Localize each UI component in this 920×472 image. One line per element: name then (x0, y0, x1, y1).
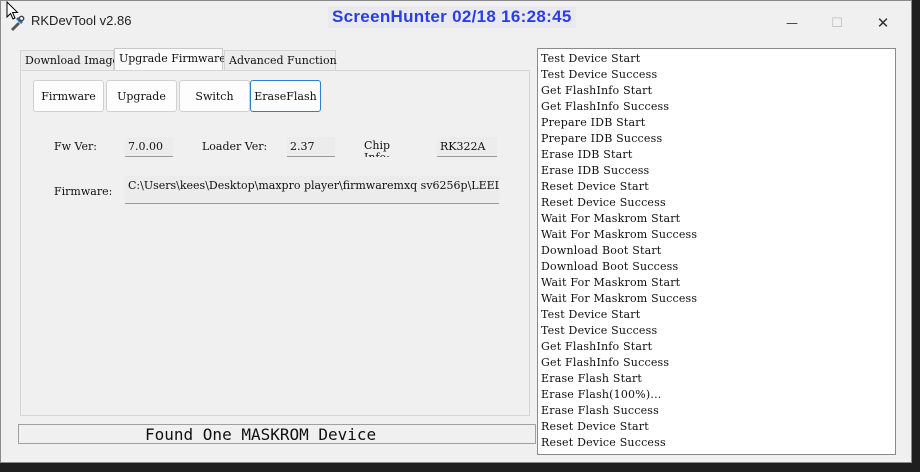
log-line: Test Device Success (541, 68, 658, 81)
log-line: Wait For Maskrom Success (541, 292, 698, 305)
app-window: RKDevTool v2.86 ScreenHunter 02/18 16:28… (0, 0, 912, 463)
upgrade-button[interactable]: Upgrade (106, 80, 177, 112)
log-output[interactable]: Test Device Start Test Device Success Get … (537, 48, 896, 455)
maximize-icon: ☐ (831, 15, 843, 31)
close-button[interactable]: ✕ (863, 9, 903, 37)
log-line: Erase IDB Start (541, 148, 633, 161)
log-line: Wait For Maskrom Start (541, 276, 681, 289)
tab-advanced-function[interactable]: Advanced Function (224, 50, 337, 70)
log-line: Prepare IDB Start (541, 116, 646, 129)
log-line: Get FlashInfo Start (541, 340, 653, 353)
close-icon: ✕ (876, 14, 890, 32)
upgrade-firmware-panel (20, 70, 530, 416)
log-line: Reset Device Success (541, 196, 666, 209)
firmware-button[interactable]: Firmware (33, 80, 104, 112)
log-line: Get FlashInfo Start (541, 84, 653, 97)
log-line: Erase Flash Start (541, 372, 643, 385)
log-line: Get FlashInfo Success (541, 356, 670, 369)
tab-upgrade-firmware[interactable]: Upgrade Firmware (114, 48, 226, 70)
log-line: Wait For Maskrom Success (541, 228, 698, 241)
log-line: Test Device Success (541, 324, 658, 337)
title-bar[interactable]: RKDevTool v2.86 ScreenHunter 02/18 16:28… (1, 1, 911, 45)
screenhunter-watermark: ScreenHunter 02/18 16:28:45 (328, 6, 576, 28)
firmware-label: Firmware: (54, 185, 113, 198)
fw-ver-value: 7.0.00 (125, 137, 173, 157)
erase-flash-button[interactable]: EraseFlash (250, 80, 321, 112)
fw-ver-label: Fw Ver: (54, 140, 97, 153)
device-status-bar: Found One MASKROM Device (18, 424, 536, 444)
minimize-button[interactable]: — (772, 9, 812, 37)
log-line: Download Boot Success (541, 260, 679, 273)
log-line: Prepare IDB Success (541, 132, 663, 145)
minimize-icon: — (786, 16, 798, 30)
mouse-cursor-icon (6, 1, 19, 20)
switch-button[interactable]: Switch (179, 80, 250, 112)
chip-info-value: RK322A (437, 137, 497, 157)
log-line: Erase Flash(100%)... (541, 388, 662, 401)
firmware-path-field[interactable]: C:\Users\kees\Desktop\maxpro player\firm… (125, 176, 499, 204)
log-line: Test Device Start (541, 52, 641, 65)
log-line: Get FlashInfo Success (541, 100, 670, 113)
log-line: Reset Device Success (541, 436, 666, 449)
log-line: Download Boot Start (541, 244, 662, 257)
log-line: Test Device Start (541, 308, 641, 321)
log-line: Reset Device Start (541, 180, 649, 193)
log-line: Reset Device Start (541, 420, 649, 433)
log-line: Wait For Maskrom Start (541, 212, 681, 225)
window-title: RKDevTool v2.86 (31, 13, 132, 28)
loader-ver-value: 2.37 (287, 137, 335, 157)
chip-info-label: Chip Info: (364, 140, 391, 157)
maximize-button[interactable]: ☐ (817, 9, 857, 37)
tab-download-image[interactable]: Download Image (20, 50, 119, 70)
log-line: Erase IDB Success (541, 164, 650, 177)
loader-ver-label: Loader Ver: (202, 140, 268, 153)
log-line: Erase Flash Success (541, 404, 659, 417)
